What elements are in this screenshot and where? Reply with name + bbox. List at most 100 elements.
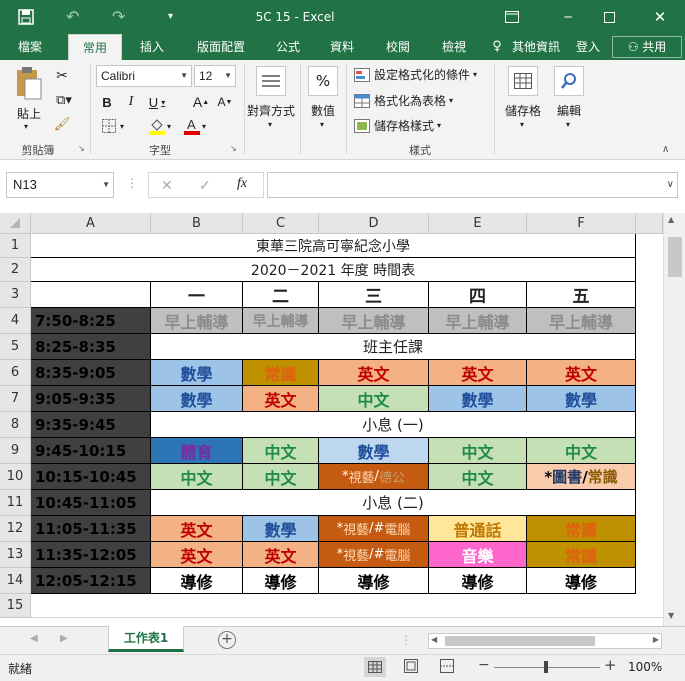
row-header[interactable]: 10: [0, 464, 31, 490]
cell-time[interactable]: 10:15-10:45: [31, 464, 151, 490]
cell-lesson[interactable]: 早上輔導: [243, 308, 319, 334]
page-break-view-icon[interactable]: [440, 659, 454, 676]
column-header[interactable]: C: [243, 213, 319, 234]
formula-input[interactable]: ∨: [267, 172, 678, 198]
cell-recess[interactable]: 小息 (二): [151, 490, 636, 516]
tell-me-box[interactable]: 其他資訊: [508, 34, 564, 60]
zoom-out-icon[interactable]: −: [478, 657, 490, 673]
tab-data[interactable]: 資料: [322, 34, 362, 60]
column-header[interactable]: D: [319, 213, 429, 234]
undo-icon[interactable]: ↶: [66, 0, 86, 34]
ribbon-display-icon[interactable]: [505, 0, 521, 34]
row-header[interactable]: 2: [0, 258, 31, 282]
cell-lesson[interactable]: * 圖書 / 常識: [527, 464, 636, 490]
cell-time[interactable]: 8:35-9:05: [31, 360, 151, 386]
cell-time[interactable]: 11:05-11:35: [31, 516, 151, 542]
italic-icon[interactable]: I: [122, 92, 140, 112]
cell-lesson[interactable]: * 視藝/# 電腦: [319, 516, 429, 542]
cell-lesson[interactable]: 早上輔導: [429, 308, 527, 334]
tab-file[interactable]: 檔案: [8, 34, 52, 60]
tab-insert[interactable]: 插入: [130, 34, 174, 60]
cell-lesson[interactable]: 體育: [151, 438, 243, 464]
cancel-icon[interactable]: ✕: [161, 175, 173, 195]
font-size-dropdown[interactable]: 12 ▼: [194, 65, 236, 87]
cell-lesson[interactable]: 英文: [527, 360, 636, 386]
copy-icon[interactable]: ⧉▾: [52, 90, 76, 110]
borders-icon[interactable]: ▾: [98, 116, 128, 136]
cell-day[interactable]: 五: [527, 282, 636, 308]
cell-lesson[interactable]: 數學: [319, 438, 429, 464]
cell-lesson[interactable]: 常識: [527, 516, 636, 542]
cell-lesson[interactable]: 導修: [243, 568, 319, 594]
cell-lesson[interactable]: 導修: [527, 568, 636, 594]
zoom-slider-thumb[interactable]: [544, 661, 548, 673]
tab-review[interactable]: 校閱: [378, 34, 418, 60]
cell-lesson[interactable]: 英文: [151, 542, 243, 568]
cell-lesson[interactable]: 英文: [243, 386, 319, 412]
cell-styles-button[interactable]: 儲存格樣式 ▾: [354, 117, 441, 134]
enter-icon[interactable]: ✓: [199, 175, 211, 195]
increase-font-icon[interactable]: A ▲: [192, 92, 210, 112]
cells-icon[interactable]: [508, 66, 538, 96]
cell-lesson[interactable]: 早上輔導: [151, 308, 243, 334]
tab-view[interactable]: 檢視: [434, 34, 474, 60]
tab-home[interactable]: 常用: [68, 34, 122, 60]
zoom-level[interactable]: 100%: [628, 660, 662, 674]
editing-dropdown-icon[interactable]: ▾: [566, 120, 570, 129]
paste-icon[interactable]: [10, 66, 46, 102]
column-header[interactable]: F: [527, 213, 636, 234]
cells-button[interactable]: 儲存格: [500, 102, 546, 119]
maximize-icon[interactable]: [604, 0, 620, 34]
cell-time[interactable]: 7:50-8:25: [31, 308, 151, 334]
cell-lesson[interactable]: 普通話: [429, 516, 527, 542]
column-header[interactable]: A: [31, 213, 151, 234]
collapse-ribbon-icon[interactable]: ∧: [662, 144, 669, 155]
cell-lesson[interactable]: 中文: [151, 464, 243, 490]
cell-lesson[interactable]: * 視藝 / 德公: [319, 464, 429, 490]
cell-lesson[interactable]: 音樂: [429, 542, 527, 568]
cell-lesson[interactable]: 中文: [243, 464, 319, 490]
cell-lesson[interactable]: 早上輔導: [319, 308, 429, 334]
scroll-up-icon[interactable]: ▲: [668, 215, 674, 224]
add-sheet-icon[interactable]: +: [218, 631, 236, 649]
row-header[interactable]: 13: [0, 542, 31, 568]
scroll-down-icon[interactable]: ▼: [668, 611, 674, 620]
cell-year-title[interactable]: 2020－2021 年度 時間表: [31, 258, 636, 282]
sign-in-link[interactable]: 登入: [572, 34, 604, 60]
conditional-formatting-button[interactable]: 設定格式化的條件 ▾: [354, 66, 477, 83]
format-as-table-button[interactable]: 格式化為表格 ▾: [354, 92, 453, 109]
insert-function-icon[interactable]: fx: [237, 174, 247, 194]
fill-color-icon[interactable]: ▾: [144, 116, 176, 136]
decrease-font-icon[interactable]: A ▼: [216, 92, 234, 112]
select-all-corner[interactable]: [0, 213, 31, 234]
cell-lesson[interactable]: 英文: [151, 516, 243, 542]
worksheet-grid[interactable]: A B C D E F ▲ ▼ 1 2 3 4 5 6 7 8 9 10 11 …: [0, 213, 685, 626]
cell-lesson[interactable]: 英文: [243, 542, 319, 568]
prev-sheet-icon[interactable]: ◀: [30, 633, 38, 644]
cell-time[interactable]: 9:35-9:45: [31, 412, 151, 438]
normal-view-icon[interactable]: [364, 657, 386, 677]
quick-access-dropdown-icon[interactable]: ▾: [168, 0, 178, 34]
column-header[interactable]: B: [151, 213, 243, 234]
column-header[interactable]: [636, 213, 663, 234]
zoom-in-icon[interactable]: +: [604, 656, 617, 674]
cell-lesson[interactable]: * 視藝/# 電腦: [319, 542, 429, 568]
row-header[interactable]: 15: [0, 594, 31, 618]
cell-lesson[interactable]: 數學: [527, 386, 636, 412]
share-button[interactable]: ⚇ 共用: [612, 36, 682, 58]
row-header[interactable]: 5: [0, 334, 31, 360]
format-painter-icon[interactable]: 🖌: [52, 114, 72, 134]
row-header[interactable]: 7: [0, 386, 31, 412]
font-color-icon[interactable]: A ▾: [180, 116, 210, 136]
vertical-scrollbar[interactable]: ▲ ▼: [663, 213, 685, 626]
cell-lesson[interactable]: 數學: [429, 386, 527, 412]
tab-formulas[interactable]: 公式: [268, 34, 308, 60]
clipboard-launcher-icon[interactable]: ↘: [78, 144, 85, 153]
cell-lesson[interactable]: 常識: [243, 360, 319, 386]
cell-lesson[interactable]: 導修: [319, 568, 429, 594]
redo-icon[interactable]: ↷: [112, 0, 132, 34]
alignment-dropdown-icon[interactable]: ▾: [268, 120, 272, 129]
close-icon[interactable]: ✕: [652, 0, 668, 34]
column-header[interactable]: E: [429, 213, 527, 234]
cell-lesson[interactable]: 數學: [151, 386, 243, 412]
